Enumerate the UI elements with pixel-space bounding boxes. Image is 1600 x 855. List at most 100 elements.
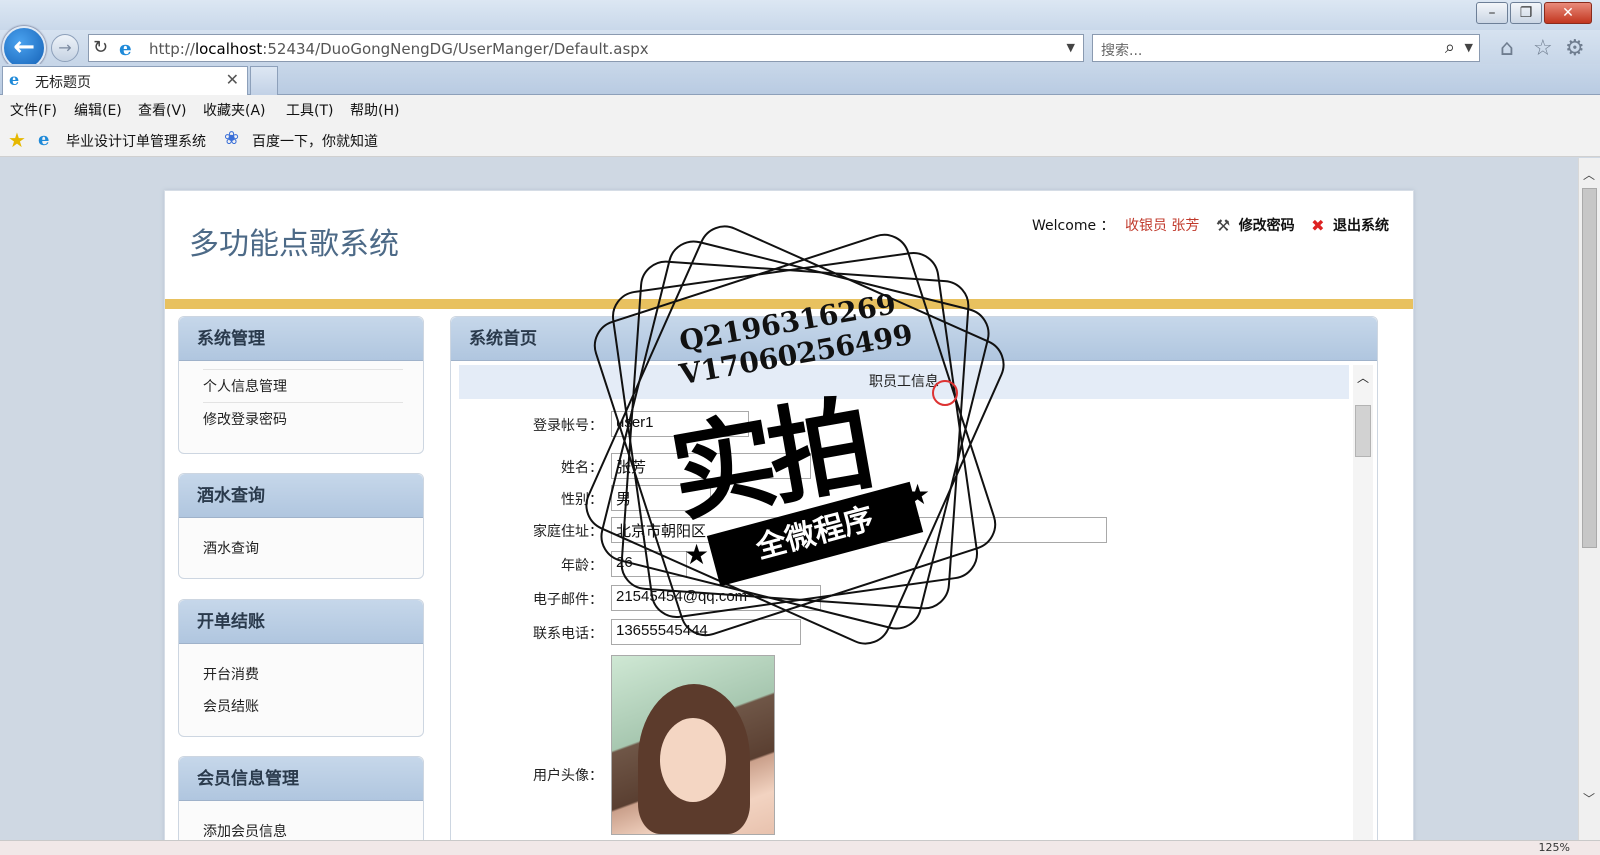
menu-file[interactable]: 文件(F) bbox=[10, 100, 57, 120]
field-login: 登录帐号： user1 bbox=[451, 411, 1331, 437]
minimize-button[interactable]: – bbox=[1476, 2, 1508, 24]
header-divider bbox=[165, 299, 1413, 309]
user-avatar-image bbox=[611, 655, 775, 835]
avatar-label: 用户头像： bbox=[533, 768, 603, 784]
page-scroll-thumb[interactable] bbox=[1582, 188, 1597, 548]
sidebar-group-title[interactable]: 系统管理 bbox=[179, 317, 423, 361]
field-name: 姓名： 张芳 bbox=[451, 453, 1331, 479]
page-container: 多功能点歌系统 Welcome ： 收银员 张芳 ⚒ 修改密码 ✖ 退出系统 系… bbox=[164, 190, 1414, 840]
favorites-bar: ★ e 毕业设计订单管理系统 ❀ 百度一下，你就知道 bbox=[0, 124, 1600, 157]
address-label: 家庭住址： bbox=[533, 524, 603, 540]
address-input[interactable]: 北京市朝阳区 bbox=[611, 517, 1107, 543]
field-address: 家庭住址： 北京市朝阳区 bbox=[451, 517, 1331, 543]
change-password-link[interactable]: 修改密码 bbox=[1239, 215, 1295, 235]
ie-page-icon: e bbox=[119, 36, 132, 60]
refresh-icon[interactable]: ↻ bbox=[93, 37, 108, 58]
cursor-indicator bbox=[932, 380, 958, 406]
zoom-level[interactable]: 125% bbox=[1539, 841, 1570, 854]
tab-active[interactable]: e 无标题页 ✕ bbox=[2, 66, 248, 95]
site-title: 多功能点歌系统 bbox=[189, 227, 399, 262]
sidebar-item-profile[interactable]: 个人信息管理 bbox=[203, 369, 403, 402]
menu-edit[interactable]: 编辑(E) bbox=[74, 100, 122, 120]
ie-fav-icon: e bbox=[38, 129, 50, 150]
restore-button[interactable]: ❐ bbox=[1510, 2, 1542, 24]
menu-view[interactable]: 查看(V) bbox=[138, 100, 187, 120]
sidebar-group-title[interactable]: 酒水查询 bbox=[179, 474, 423, 518]
name-label: 姓名： bbox=[561, 460, 603, 476]
gender-label: 性别： bbox=[561, 492, 603, 508]
search-icon[interactable]: ⌕ bbox=[1445, 37, 1455, 58]
menu-help[interactable]: 帮助(H) bbox=[350, 100, 399, 120]
field-phone: 联系电话： 13655545444 bbox=[451, 619, 1331, 645]
url-text[interactable]: http://localhost:52434/DuoGongNengDG/Use… bbox=[149, 40, 649, 58]
email-label: 电子邮件： bbox=[533, 592, 603, 608]
login-input[interactable]: user1 bbox=[611, 411, 749, 437]
page-viewport: 多功能点歌系统 Welcome ： 收银员 张芳 ⚒ 修改密码 ✖ 退出系统 系… bbox=[0, 158, 1578, 840]
avatar-face bbox=[660, 718, 726, 802]
sidebar-group-title[interactable]: 开单结账 bbox=[179, 600, 423, 644]
menu-favorites[interactable]: 收藏夹(A) bbox=[203, 100, 266, 120]
age-label: 年龄： bbox=[561, 558, 603, 574]
welcome-label: Welcome ： bbox=[1032, 218, 1115, 234]
new-tab-button[interactable] bbox=[250, 66, 278, 95]
baidu-paw-icon: ❀ bbox=[224, 128, 240, 149]
tools-icon[interactable]: ⚒ bbox=[1216, 216, 1230, 235]
field-email: 电子邮件： 21545454@qq.com bbox=[451, 585, 1331, 611]
search-box[interactable]: 搜索... ⌕ ▼ bbox=[1092, 34, 1480, 62]
address-dropdown-icon[interactable]: ▼ bbox=[1067, 41, 1075, 54]
address-bar[interactable]: ↻ e http://localhost:52434/DuoGongNengDG… bbox=[88, 34, 1084, 62]
close-window-button[interactable]: ✕ bbox=[1544, 2, 1592, 24]
gear-icon[interactable]: ⚙ bbox=[1565, 36, 1585, 61]
sidebar-group-system: 系统管理 个人信息管理 修改登录密码 bbox=[178, 316, 424, 454]
menu-bar: 文件(F) 编辑(E) 查看(V) 收藏夹(A) 工具(T) 帮助(H) bbox=[0, 95, 1600, 124]
favorite-link-1[interactable]: 毕业设计订单管理系统 bbox=[66, 131, 206, 151]
sidebar-item-add-member[interactable]: 添加会员信息 bbox=[203, 815, 403, 840]
favorites-add-icon[interactable]: ★ bbox=[8, 128, 26, 152]
login-label: 登录帐号： bbox=[533, 418, 603, 434]
search-placeholder[interactable]: 搜索... bbox=[1101, 40, 1142, 60]
email-input[interactable]: 21545454@qq.com bbox=[611, 585, 821, 611]
scroll-up-icon[interactable]: ︿ bbox=[1583, 166, 1595, 183]
gender-select[interactable]: 男 bbox=[611, 485, 711, 511]
main-panel-title: 系统首页 bbox=[451, 317, 1377, 361]
sidebar-group-drinks: 酒水查询 酒水查询 bbox=[178, 473, 424, 579]
field-age: 年龄： 26 bbox=[451, 551, 1331, 577]
age-input[interactable]: 26 bbox=[611, 551, 687, 577]
field-gender: 性别： 男 bbox=[451, 485, 1331, 511]
main-panel: 系统首页 职员工信息 ︿ 登录帐号： user1 姓名： 张芳 性别： 男 家庭… bbox=[450, 316, 1378, 840]
page-scrollbar[interactable]: ︿ ﹀ bbox=[1578, 158, 1600, 840]
scroll-up-icon[interactable]: ︿ bbox=[1357, 369, 1369, 386]
sidebar-item-drink-query[interactable]: 酒水查询 bbox=[203, 532, 403, 564]
navigation-bar: ← → ↻ e http://localhost:52434/DuoGongNe… bbox=[0, 26, 1600, 70]
forward-button[interactable]: → bbox=[51, 34, 79, 62]
name-input[interactable]: 张芳 bbox=[611, 453, 811, 479]
phone-label: 联系电话： bbox=[533, 626, 603, 642]
field-avatar: 用户头像： bbox=[451, 761, 1331, 787]
sidebar-item-change-password[interactable]: 修改登录密码 bbox=[203, 402, 403, 435]
home-icon[interactable]: ⌂ bbox=[1500, 36, 1514, 61]
phone-input[interactable]: 13655545444 bbox=[611, 619, 801, 645]
user-bar: Welcome ： 收银员 张芳 ⚒ 修改密码 ✖ 退出系统 bbox=[1032, 215, 1389, 235]
favorites-star-icon[interactable]: ☆ bbox=[1533, 36, 1553, 61]
search-dropdown-icon[interactable]: ▼ bbox=[1465, 41, 1473, 54]
scroll-down-icon[interactable]: ﹀ bbox=[1583, 790, 1595, 807]
sidebar-item-open-table[interactable]: 开台消费 bbox=[203, 658, 403, 690]
tab-title[interactable]: 无标题页 bbox=[35, 72, 91, 92]
status-bar: 125% bbox=[0, 840, 1600, 855]
sidebar-group-billing: 开单结账 开台消费 会员结账 bbox=[178, 599, 424, 737]
menu-tools[interactable]: 工具(T) bbox=[286, 100, 333, 120]
sidebar-group-members: 会员信息管理 添加会员信息 bbox=[178, 756, 424, 840]
ie-tab-icon: e bbox=[9, 70, 20, 89]
sidebar-item-member-checkout[interactable]: 会员结账 bbox=[203, 690, 403, 722]
employee-info-title: 职员工信息 bbox=[459, 365, 1349, 399]
current-user: 收银员 张芳 bbox=[1124, 218, 1200, 234]
inner-scrollbar[interactable]: ︿ bbox=[1353, 365, 1373, 840]
favorite-link-2[interactable]: 百度一下，你就知道 bbox=[252, 131, 378, 151]
logout-link[interactable]: 退出系统 bbox=[1333, 215, 1389, 235]
sidebar-group-title[interactable]: 会员信息管理 bbox=[179, 757, 423, 801]
title-bar: – ❐ ✕ bbox=[0, 0, 1600, 30]
tab-bar: e 无标题页 ✕ bbox=[0, 64, 1600, 95]
logout-x-icon[interactable]: ✖ bbox=[1311, 216, 1324, 235]
close-tab-icon[interactable]: ✕ bbox=[226, 70, 239, 89]
inner-scroll-thumb[interactable] bbox=[1355, 405, 1371, 457]
